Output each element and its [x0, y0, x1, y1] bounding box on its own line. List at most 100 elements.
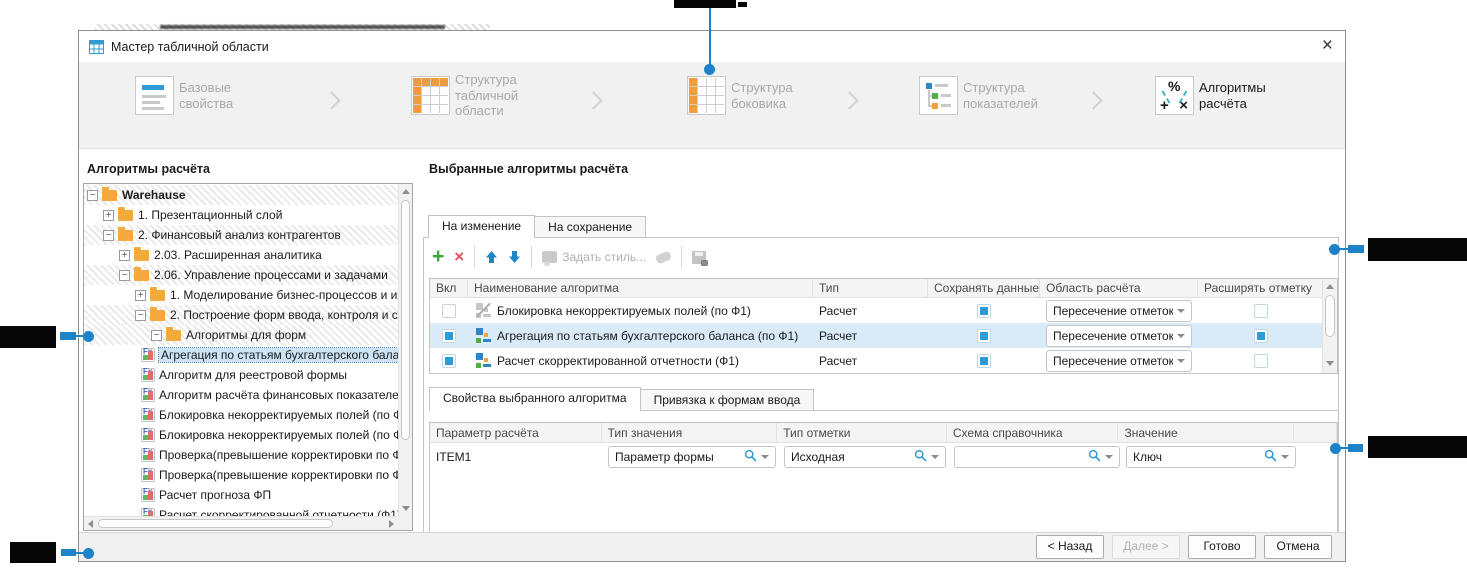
wizard-step-1-iconbox[interactable] — [135, 76, 174, 115]
expand-mark-checkbox[interactable] — [1254, 329, 1268, 343]
move-down-button[interactable] — [508, 250, 521, 264]
callout-connector-bottom-left — [61, 549, 76, 556]
arrow-down-icon — [508, 250, 521, 264]
scroll-down-icon[interactable] — [1326, 361, 1334, 366]
scroll-up-icon[interactable] — [1326, 284, 1334, 289]
title-bar: Мастер табличной области × — [79, 31, 1345, 62]
tree-item[interactable]: +1. Моделирование бизнес-процессов и их … — [84, 285, 398, 305]
column-header: Сохранять данные — [928, 279, 1040, 297]
value-select[interactable]: Ключ — [1126, 446, 1296, 468]
tree-expander-plus-icon[interactable]: + — [103, 210, 114, 221]
tree-expander-minus-icon[interactable]: − — [119, 270, 130, 281]
calc-area-select[interactable]: Пересечение отметок — [1046, 300, 1192, 322]
tree-item[interactable]: +1. Презентационный слой — [84, 205, 398, 225]
tree-item-label: Алгоритм расчёта финансовых показателей — [159, 388, 398, 402]
expand-mark-checkbox[interactable] — [1254, 304, 1268, 318]
scroll-thumb[interactable] — [401, 200, 410, 440]
tree-item[interactable]: −2. Построение форм ввода, контроля и со… — [84, 305, 398, 325]
save-lock-icon — [692, 251, 706, 264]
mark-type-select[interactable]: Исходная — [784, 446, 946, 468]
tree-expander-minus-icon[interactable]: − — [135, 310, 146, 321]
save-data-checkbox[interactable] — [977, 354, 991, 368]
value-type-select[interactable]: Параметр формы — [608, 446, 776, 468]
delete-button[interactable]: × — [454, 248, 464, 266]
tab-algorithm-properties[interactable]: Свойства выбранного алгоритма — [429, 387, 641, 411]
tab-input-forms-binding[interactable]: Привязка к формам ввода — [640, 389, 815, 411]
background-window-text-blur — [160, 25, 445, 29]
wizard-step-5-iconbox[interactable]: %+× — [1155, 76, 1194, 115]
tab-on-change[interactable]: На изменение — [428, 215, 535, 238]
finish-button[interactable]: Готово — [1188, 535, 1256, 559]
grid-row[interactable]: Расчет скорректированной отчетности (Ф1)… — [430, 348, 1337, 373]
grid-row[interactable]: Блокировка некорректируемых полей (по Ф1… — [430, 298, 1337, 323]
folder-icon — [118, 230, 133, 241]
dictionary-schema-select[interactable] — [954, 446, 1120, 468]
tree-item[interactable]: FxРасчет скорректированной отчетности (Ф… — [84, 505, 398, 516]
clear-style-button[interactable] — [656, 253, 671, 262]
next-button[interactable]: Далее > — [1112, 535, 1180, 559]
scroll-thumb[interactable] — [1325, 295, 1335, 337]
tree-vertical-scrollbar[interactable] — [398, 184, 412, 516]
calc-area-select[interactable]: Пересечение отметок — [1046, 325, 1192, 347]
tree-item[interactable]: −2.06. Управление процессами и задачами — [84, 265, 398, 285]
algorithm-fx-icon: Fx — [141, 348, 155, 362]
tree-item[interactable]: FxАлгоритм расчёта финансовых показателе… — [84, 385, 398, 405]
tree-item[interactable]: FxБлокировка некорректируемых полей (по … — [84, 405, 398, 425]
grid-vertical-scrollbar[interactable] — [1322, 279, 1337, 373]
tab-on-save[interactable]: На сохранение — [534, 216, 646, 238]
grid-row[interactable]: Агрегация по статьям бухгалтерского бала… — [430, 323, 1337, 348]
save-data-checkbox[interactable] — [977, 304, 991, 318]
tree-item-label: 1. Моделирование бизнес-процессов и их в… — [170, 288, 398, 302]
move-up-button[interactable] — [485, 250, 498, 264]
tree-item[interactable]: FxРасчет прогноза ФП — [84, 485, 398, 505]
tree-item[interactable]: −Warehause — [84, 185, 398, 205]
scrollbar-corner — [398, 516, 412, 530]
wizard-step-3-iconbox[interactable] — [687, 76, 726, 115]
algorithm-type: Расчет — [819, 304, 857, 318]
wizard-step-2-iconbox[interactable] — [411, 76, 450, 115]
save-button[interactable] — [692, 251, 706, 264]
properties-row[interactable]: ITEM1Параметр формыИсходнаяКлюч — [430, 443, 1337, 470]
save-data-checkbox[interactable] — [977, 329, 991, 343]
scroll-down-icon[interactable] — [402, 506, 410, 511]
enabled-checkbox[interactable] — [442, 329, 456, 343]
arrow-up-icon — [485, 250, 498, 264]
tree-item[interactable]: FxПроверка(превышение корректировки по Ф… — [84, 445, 398, 465]
enabled-checkbox[interactable] — [442, 304, 456, 318]
tree-item[interactable]: FxАлгоритм для реестровой формы — [84, 365, 398, 385]
algorithm-icon — [476, 328, 491, 343]
enabled-checkbox[interactable] — [442, 354, 456, 368]
tree-item[interactable]: FxПроверка(превышение корректировки по Ф… — [84, 465, 398, 485]
tree-expander-plus-icon[interactable]: + — [119, 250, 130, 261]
tree-expander-minus-icon[interactable]: − — [103, 230, 114, 241]
scroll-right-icon[interactable] — [389, 520, 394, 528]
tree-item[interactable]: +2.03. Расширенная аналитика — [84, 245, 398, 265]
folder-icon — [134, 250, 149, 261]
set-style-button[interactable]: Задать стиль... — [542, 250, 646, 264]
add-button[interactable]: + — [432, 247, 444, 267]
close-icon[interactable]: × — [1322, 34, 1333, 58]
calc-algorithms-icon: %+× — [1156, 77, 1193, 114]
tree-item[interactable]: FxАгрегация по статьям бухгалтерского ба… — [84, 345, 398, 365]
cancel-button[interactable]: Отмена — [1264, 535, 1332, 559]
tree-item[interactable]: − 2. Финансовый анализ контрагентов — [84, 225, 398, 245]
column-header: Вкл — [430, 279, 468, 297]
wizard-step-4-iconbox[interactable] — [919, 76, 958, 115]
back-button[interactable]: < Назад — [1036, 535, 1104, 559]
tree-expander-plus-icon[interactable]: + — [135, 290, 146, 301]
combo-value: Параметр формы — [615, 450, 740, 464]
tree-rows: −Warehause+1. Презентационный слой − 2. Фи… — [84, 185, 398, 516]
tree-horizontal-scrollbar[interactable] — [84, 516, 398, 530]
tree-item[interactable]: −Алгоритмы для форм — [84, 325, 398, 345]
tree-item[interactable]: FxБлокировка некорректируемых полей (по … — [84, 425, 398, 445]
tree-item-label: Проверка(превышение корректировки по Ф2) — [159, 468, 398, 482]
scroll-left-icon[interactable] — [88, 520, 93, 528]
scroll-thumb[interactable] — [98, 519, 333, 528]
tree-item-label: 2. Финансовый анализ контрагентов — [138, 228, 341, 242]
expand-mark-checkbox[interactable] — [1254, 354, 1268, 368]
calc-area-select[interactable]: Пересечение отметок — [1046, 350, 1192, 372]
tree-item-label: Алгоритм для реестровой формы — [159, 368, 347, 382]
tree-expander-minus-icon[interactable]: − — [87, 190, 98, 201]
scroll-up-icon[interactable] — [402, 189, 410, 194]
tree-expander-minus-icon[interactable]: − — [151, 330, 162, 341]
